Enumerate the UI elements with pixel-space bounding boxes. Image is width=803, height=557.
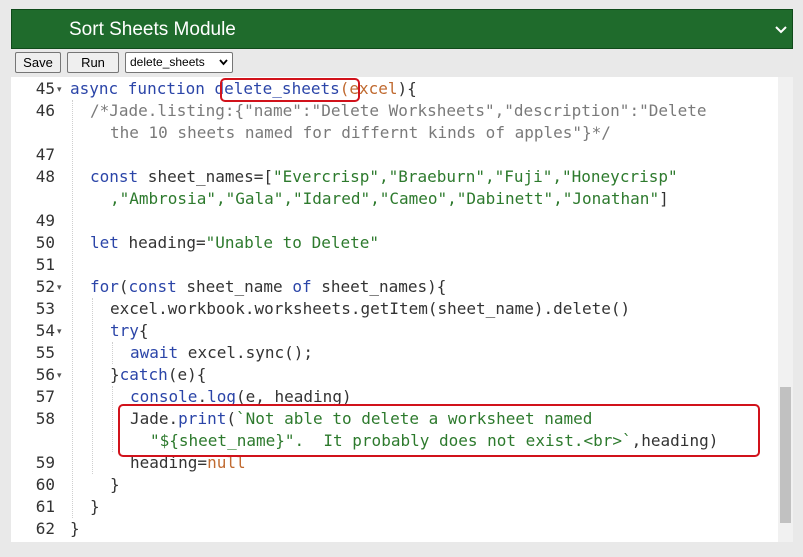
line-number: 54 xyxy=(35,321,55,340)
module-select[interactable]: delete_sheets xyxy=(125,52,233,73)
indent-guide xyxy=(112,386,113,452)
indent-guide xyxy=(112,342,113,364)
module-header[interactable]: Sort Sheets Module xyxy=(11,9,793,49)
line-number: 50 xyxy=(35,233,55,252)
code-line: }catch(e){ xyxy=(110,365,207,384)
line-number: 46 xyxy=(35,101,55,120)
chevron-down-icon[interactable] xyxy=(774,10,788,50)
code-content[interactable]: async function delete_sheets(excel){ /*J… xyxy=(70,77,773,542)
line-number: 62 xyxy=(35,519,55,538)
line-number: 61 xyxy=(35,497,55,516)
save-button[interactable]: Save xyxy=(15,52,61,73)
code-line: /*Jade.listing:{"name":"Delete Worksheet… xyxy=(90,101,707,120)
code-line: Jade.print(`Not able to delete a workshe… xyxy=(130,409,593,428)
line-number: 55 xyxy=(35,343,55,362)
code-line: async function delete_sheets(excel){ xyxy=(70,79,417,98)
code-line: heading=null xyxy=(130,453,246,472)
code-line: try{ xyxy=(110,321,149,340)
function-name: delete_sheets xyxy=(214,79,340,98)
run-button[interactable]: Run xyxy=(67,52,119,73)
line-number-gutter: 45 ▾ 46 47 48 49 50 51 52 ▾ 53 54 ▾ 55 5… xyxy=(11,77,67,542)
indent-guide xyxy=(92,298,93,474)
code-line: await excel.sync(); xyxy=(130,343,314,362)
fold-arrow-icon[interactable]: ▾ xyxy=(57,320,62,342)
fold-arrow-icon[interactable]: ▾ xyxy=(57,78,62,100)
line-number: 52 xyxy=(35,277,55,296)
vertical-scrollbar[interactable] xyxy=(778,77,793,542)
line-number: 47 xyxy=(35,145,55,164)
indent-guide xyxy=(72,100,73,518)
scrollbar-thumb[interactable] xyxy=(780,387,791,523)
code-line: } xyxy=(90,497,100,516)
fold-arrow-icon[interactable]: ▾ xyxy=(57,276,62,298)
code-line: for(const sheet_name of sheet_names){ xyxy=(90,277,447,296)
code-line: const sheet_names=["Evercrisp","Braeburn… xyxy=(90,167,678,186)
line-number: 60 xyxy=(35,475,55,494)
line-number: 56 xyxy=(35,365,55,384)
code-line: } xyxy=(110,475,120,494)
fold-arrow-icon[interactable]: ▾ xyxy=(57,364,62,386)
line-number: 51 xyxy=(35,255,55,274)
code-line: let heading="Unable to Delete" xyxy=(90,233,379,252)
chevron-down-icon xyxy=(219,59,228,66)
code-line: } xyxy=(70,519,80,538)
code-editor[interactable]: 45 ▾ 46 47 48 49 50 51 52 ▾ 53 54 ▾ 55 5… xyxy=(11,77,793,542)
code-line: excel.workbook.worksheets.getItem(sheet_… xyxy=(110,299,631,318)
module-title: Sort Sheets Module xyxy=(69,19,236,40)
code-line: the 10 sheets named for differnt kinds o… xyxy=(110,123,611,142)
line-number: 45 xyxy=(35,79,55,98)
line-number: 57 xyxy=(35,387,55,406)
line-number: 48 xyxy=(35,167,55,186)
line-number: 53 xyxy=(35,299,55,318)
line-number: 49 xyxy=(35,211,55,230)
line-number: 59 xyxy=(35,453,55,472)
code-line: ,"Ambrosia","Gala","Idared","Cameo","Dab… xyxy=(110,189,669,208)
code-line: "${sheet_name}". It probably does not ex… xyxy=(150,431,719,450)
code-line: console.log(e, heading) xyxy=(130,387,352,406)
module-select-value: delete_sheets xyxy=(130,55,205,69)
line-number: 58 xyxy=(35,409,55,428)
